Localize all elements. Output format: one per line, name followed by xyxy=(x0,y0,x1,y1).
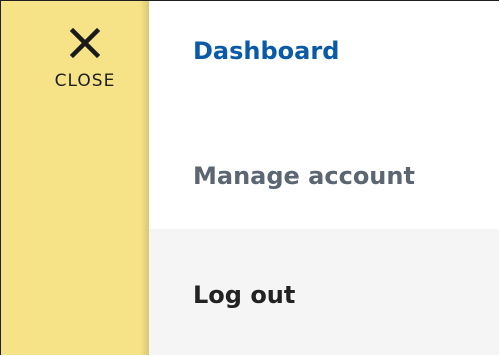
navigation-drawer: CLOSE Dashboard Manage account Log out xyxy=(0,0,499,355)
close-button[interactable]: CLOSE xyxy=(45,25,125,105)
menu: Dashboard Manage account Log out xyxy=(149,1,499,355)
menu-item-manage-account[interactable]: Manage account xyxy=(149,109,499,229)
menu-item-log-out[interactable]: Log out xyxy=(149,229,499,355)
close-label: CLOSE xyxy=(54,71,116,91)
close-icon xyxy=(69,27,101,59)
menu-item-dashboard[interactable]: Dashboard xyxy=(149,1,499,109)
side-panel: CLOSE xyxy=(1,1,149,355)
